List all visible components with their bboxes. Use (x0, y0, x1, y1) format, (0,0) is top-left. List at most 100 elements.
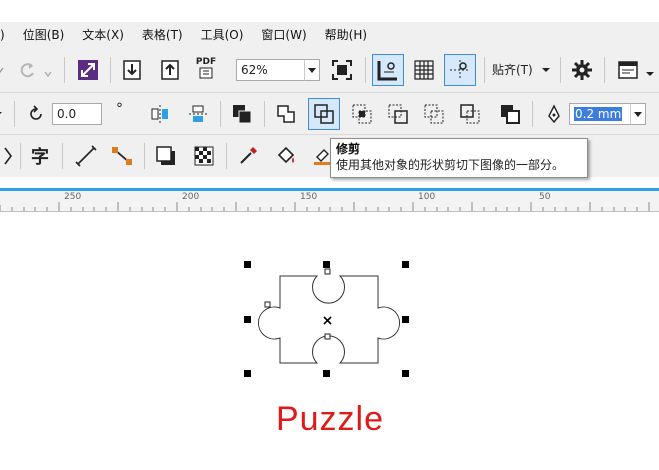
import-icon[interactable] (118, 56, 146, 84)
publish-pdf-button[interactable]: PDF (192, 54, 220, 82)
outline-width-field[interactable]: 0.2 mm (569, 103, 631, 125)
toolbar-separator (144, 143, 145, 169)
menu-item-tools-label: 工具(O) (200, 28, 244, 42)
ruler-label: 50 (539, 192, 551, 202)
toolbar-separator (532, 101, 533, 127)
zoom-level-field[interactable]: 62% (236, 59, 305, 81)
menu-item-bitmaps-label: 位图(B) (22, 28, 65, 42)
transparency-icon[interactable] (190, 142, 218, 170)
menu-item-text-label: 文本(X) (82, 28, 124, 42)
menu-item-help-label: 帮助(H) (324, 28, 368, 42)
toolbar-separator (62, 143, 63, 169)
menu-item-text[interactable]: 文本(X) (73, 22, 133, 48)
tooltip-description: 使用其他对象的形状剪切下图像的一部分。 (336, 158, 565, 172)
menu-item-table[interactable]: 表格(T) (133, 22, 192, 48)
show-rulers-button[interactable] (372, 54, 404, 86)
full-screen-preview-icon[interactable] (328, 56, 356, 84)
application-launcher-dropdown-icon[interactable] (642, 60, 658, 88)
simplify-icon[interactable] (384, 100, 412, 128)
node-markers (264, 268, 331, 340)
trim-tooltip: 修剪 使用其他对象的形状剪切下图像的一部分。 (330, 138, 588, 178)
rotation-angle-field[interactable]: 0.0 (52, 103, 102, 125)
menu-item-bitmaps[interactable]: 位图(B) (14, 22, 74, 48)
selection-handle-middle-left[interactable] (244, 316, 251, 323)
property-bar: 0.0 ° 0.2 mm (0, 92, 659, 135)
corel-connect-icon[interactable] (74, 56, 102, 84)
snap-to-label: 贴齐(T) (492, 63, 533, 77)
undo-dropdown-icon[interactable] (0, 56, 14, 84)
selection-handle-middle-right[interactable] (402, 316, 409, 323)
redo-icon[interactable] (14, 56, 42, 84)
create-boundary-icon[interactable] (496, 100, 524, 128)
trim-button[interactable] (308, 98, 340, 130)
toolbar-separator (264, 101, 265, 127)
intersect-icon[interactable] (348, 100, 376, 128)
standard-toolbar: PDF 62% 贴齐(T) (0, 48, 659, 92)
text-tool-icon: 字 (31, 147, 49, 168)
menu-item-partial[interactable]: ) (0, 22, 14, 48)
show-grid-icon[interactable] (410, 56, 438, 84)
menu-item-partial-label: ) (0, 28, 5, 42)
canvas-caption: Puzzle (275, 400, 385, 438)
zoom-dropdown-arrow[interactable] (304, 59, 320, 81)
drop-shadow-icon[interactable] (152, 142, 180, 170)
toolbar-separator (14, 101, 15, 127)
mirror-horizontal-icon[interactable] (146, 100, 174, 128)
ruler-ticks (0, 202, 650, 211)
weld-icon[interactable] (272, 100, 300, 128)
horizontal-ruler[interactable]: 250 200 150 100 50 (0, 191, 659, 212)
back-minus-front-icon[interactable] (456, 100, 484, 128)
application-launcher-icon[interactable] (614, 56, 642, 84)
export-icon[interactable] (156, 56, 184, 84)
zoom-level-value: 62% (241, 63, 268, 77)
shape-partial-icon[interactable] (0, 142, 16, 170)
toolbar-separator (484, 57, 485, 83)
rotation-angle-value: 0.0 (57, 107, 77, 121)
selection-handle-bottom-center[interactable] (323, 370, 330, 377)
text-tool-button[interactable]: 字 (26, 142, 54, 170)
menu-item-tools[interactable]: 工具(O) (192, 22, 253, 48)
connector-tool-icon[interactable] (108, 142, 136, 170)
toolbar-separator (560, 57, 561, 83)
pdf-label: PDF (195, 57, 217, 67)
toolbar-separator (110, 57, 111, 83)
options-gear-icon[interactable] (568, 56, 596, 84)
menu-item-window[interactable]: 窗口(W) (252, 22, 315, 48)
toolbar-separator (226, 143, 227, 169)
parallel-dimension-icon[interactable] (72, 142, 100, 170)
redo-dropdown-icon[interactable] (42, 60, 54, 88)
ruler-label: 100 (418, 192, 436, 202)
tooltip-title: 修剪 (336, 142, 361, 156)
show-guidelines-button[interactable] (444, 54, 476, 86)
toolbar-separator (20, 143, 21, 169)
snap-to-button[interactable]: 贴齐(T) (492, 61, 551, 78)
menu-item-help[interactable]: 帮助(H) (316, 22, 376, 48)
ruler-label: 250 (64, 192, 82, 202)
interactive-fill-icon[interactable] (272, 142, 300, 170)
selection-handle-top-right[interactable] (402, 261, 409, 268)
selection-handle-top-left[interactable] (244, 261, 251, 268)
selection-handle-bottom-left[interactable] (244, 370, 251, 377)
center-cross-icon[interactable] (323, 316, 332, 325)
pen-nib-icon (540, 100, 568, 128)
property-bar-left-arrow-icon[interactable] (0, 100, 6, 128)
window-top-strip (0, 0, 659, 22)
color-eyedropper-icon[interactable] (234, 142, 262, 170)
selection-handle-bottom-right[interactable] (402, 370, 409, 377)
ruler-label: 200 (182, 192, 200, 202)
outline-width-dropdown-arrow[interactable] (630, 103, 646, 125)
menu-bar: ) 位图(B) 文本(X) 表格(T) 工具(O) 窗口(W) 帮助(H) (0, 22, 659, 48)
toolbar-separator (365, 57, 366, 83)
menu-item-table-label: 表格(T) (141, 28, 183, 42)
degree-symbol: ° (116, 101, 123, 117)
ruler-label: 150 (300, 192, 318, 202)
toolbar-separator (220, 101, 221, 127)
toolbar-separator (64, 57, 65, 83)
toolbar-separator (604, 57, 605, 83)
mirror-vertical-icon[interactable] (184, 100, 212, 128)
front-minus-back-icon[interactable] (420, 100, 448, 128)
combine-icon[interactable] (228, 100, 256, 128)
rotation-angle-icon (22, 100, 50, 128)
menu-item-window-label: 窗口(W) (261, 28, 307, 42)
outline-width-value: 0.2 mm (574, 107, 623, 121)
